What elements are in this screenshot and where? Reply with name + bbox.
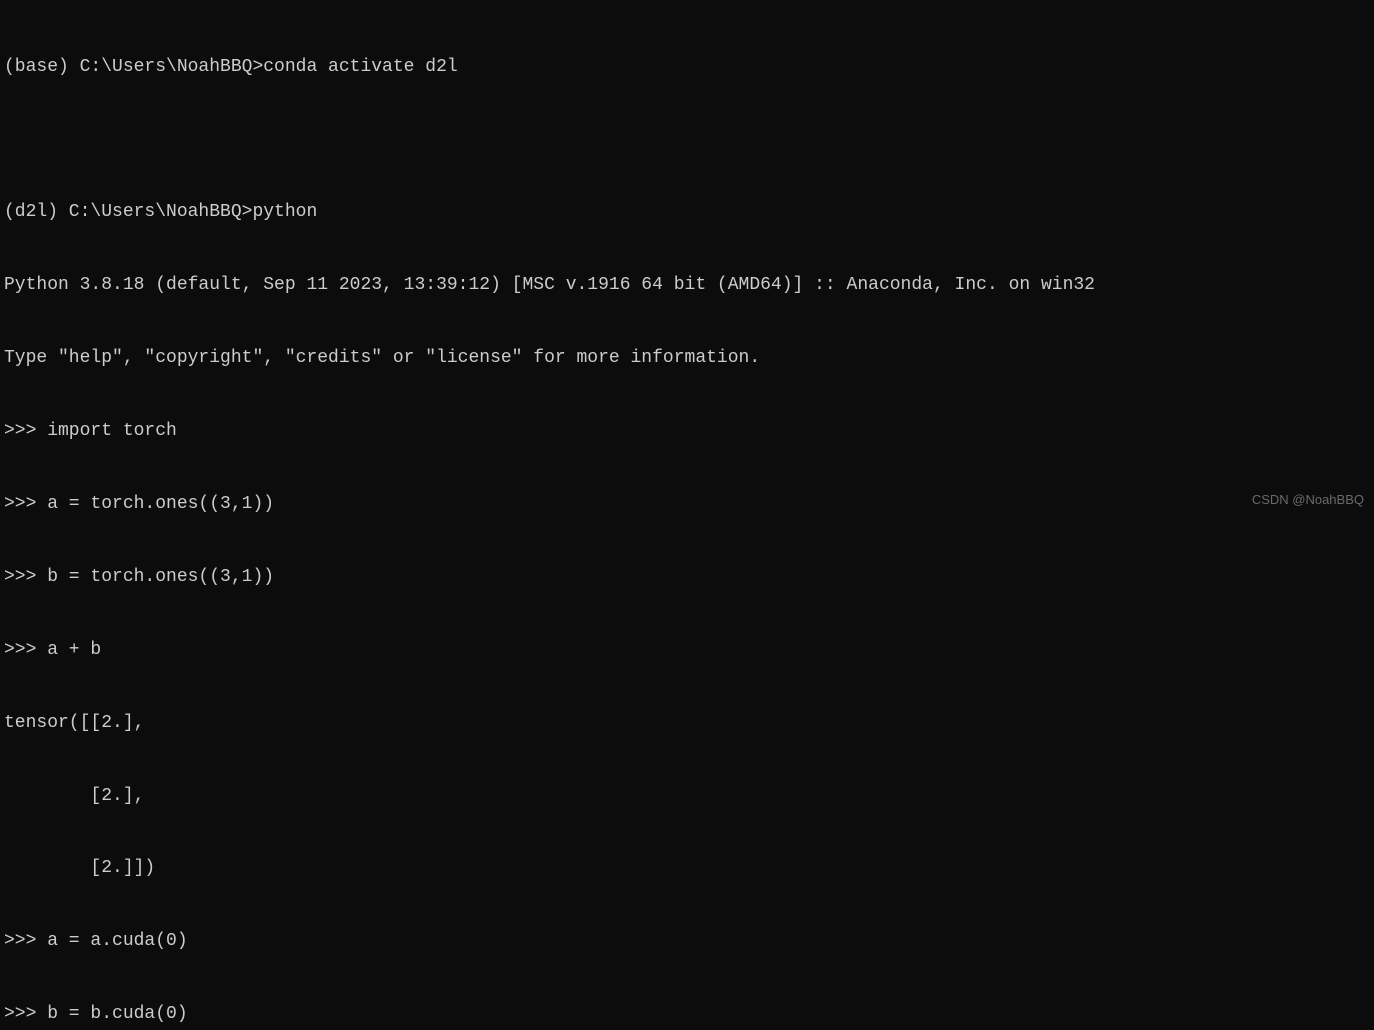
terminal-line: [2.], — [4, 784, 1370, 808]
terminal-line — [4, 127, 1370, 151]
terminal-line: [2.]]) — [4, 856, 1370, 880]
terminal-line: >>> b = b.cuda(0) — [4, 1002, 1370, 1026]
watermark-text: CSDN @NoahBBQ — [1252, 491, 1364, 509]
terminal-output[interactable]: (base) C:\Users\NoahBBQ>conda activate d… — [4, 6, 1370, 1030]
terminal-line: tensor([[2.], — [4, 711, 1370, 735]
terminal-line: (d2l) C:\Users\NoahBBQ>python — [4, 200, 1370, 224]
terminal-line: >>> b = torch.ones((3,1)) — [4, 565, 1370, 589]
terminal-line: >>> a + b — [4, 638, 1370, 662]
terminal-line: (base) C:\Users\NoahBBQ>conda activate d… — [4, 55, 1370, 79]
terminal-line: Python 3.8.18 (default, Sep 11 2023, 13:… — [4, 273, 1370, 297]
terminal-line: Type "help", "copyright", "credits" or "… — [4, 346, 1370, 370]
terminal-line: >>> a = a.cuda(0) — [4, 929, 1370, 953]
terminal-line: >>> import torch — [4, 419, 1370, 443]
terminal-line: >>> a = torch.ones((3,1)) — [4, 492, 1370, 516]
